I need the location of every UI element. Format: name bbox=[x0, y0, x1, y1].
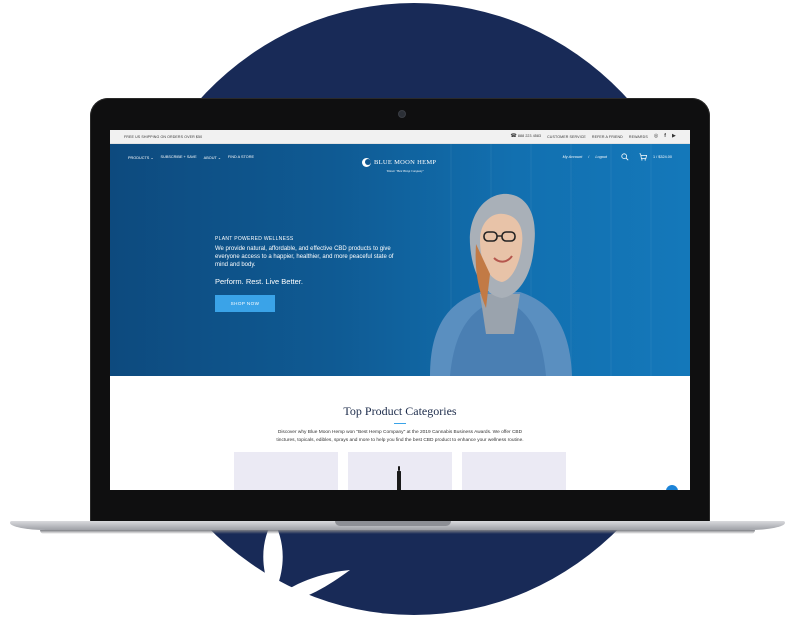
hero-copy: PLANT POWERED WELLNESS We provide natura… bbox=[215, 236, 405, 312]
facebook-icon[interactable]: f bbox=[664, 134, 666, 139]
cart-icon[interactable] bbox=[639, 153, 647, 161]
hero-lead-text: We provide natural, affordable, and effe… bbox=[215, 246, 394, 268]
category-card[interactable] bbox=[234, 452, 338, 490]
webcam-icon bbox=[398, 110, 406, 118]
nav-products[interactable]: PRODUCTS ⌄ bbox=[128, 155, 154, 160]
hero-person-image bbox=[430, 193, 572, 376]
shop-now-button[interactable]: SHOP NOW bbox=[215, 295, 275, 312]
account-separator: / bbox=[588, 155, 590, 159]
top-utility-bar: FREE US SHIPPING ON ORDERS OVER $50 ☎ 88… bbox=[110, 130, 690, 144]
youtube-icon[interactable]: ▶ bbox=[672, 134, 676, 139]
showcase-stage: FREE US SHIPPING ON ORDERS OVER $50 ☎ 88… bbox=[0, 0, 788, 644]
title-divider bbox=[394, 423, 406, 424]
my-account-link[interactable]: My Account bbox=[563, 155, 583, 159]
instagram-icon[interactable]: ◎ bbox=[654, 134, 658, 139]
phone-link[interactable]: ☎ 888 223 4583 bbox=[510, 134, 541, 139]
product-categories-section: Top Product Categories Discover why Blue… bbox=[110, 404, 690, 490]
brand-name: BLUE MOON HEMP bbox=[374, 159, 437, 166]
laptop-screen-bezel: FREE US SHIPPING ON ORDERS OVER $50 ☎ 88… bbox=[90, 98, 710, 528]
hero-tagline: Perform. Rest. Live Better. bbox=[215, 277, 303, 286]
phone-number: 888 223 4583 bbox=[517, 134, 542, 138]
brand-logo[interactable]: BLUE MOON HEMP Winner "Best Hemp Company… bbox=[362, 151, 436, 173]
category-card[interactable] bbox=[462, 452, 566, 490]
laptop-base-shadow bbox=[40, 530, 755, 534]
hero-banner: PRODUCTS ⌄ SUBSCRIBE + SAVE ABOUT ⌄ FIND… bbox=[110, 144, 690, 376]
logout-link[interactable]: Logout bbox=[595, 155, 607, 159]
customer-service-link[interactable]: CUSTOMER SERVICE bbox=[547, 135, 586, 139]
hero-eyebrow: PLANT POWERED WELLNESS bbox=[215, 236, 294, 242]
chat-icon[interactable] bbox=[666, 485, 678, 490]
brand-text: BLUE MOON HEMP Winner "Best Hemp Company… bbox=[374, 151, 436, 173]
nav-find-a-store[interactable]: FIND A STORE bbox=[228, 155, 254, 160]
utility-links: ☎ 888 223 4583 CUSTOMER SERVICE REFER A … bbox=[510, 134, 676, 139]
nav-account-area: My Account / Logout 1 / $324.00 bbox=[563, 153, 672, 161]
website-viewport: FREE US SHIPPING ON ORDERS OVER $50 ☎ 88… bbox=[110, 130, 690, 490]
section-title: Top Product Categories bbox=[343, 404, 457, 418]
brand-subtitle: Winner "Best Hemp Company" bbox=[386, 169, 424, 173]
shipping-promo: FREE US SHIPPING ON ORDERS OVER $50 bbox=[124, 134, 203, 139]
tincture-bottle-icon bbox=[397, 466, 401, 490]
nav-about[interactable]: ABOUT ⌄ bbox=[204, 155, 221, 160]
nav-menu: PRODUCTS ⌄ SUBSCRIBE + SAVE ABOUT ⌄ FIND… bbox=[128, 155, 254, 160]
category-card[interactable] bbox=[348, 452, 452, 490]
search-icon[interactable] bbox=[621, 153, 629, 161]
nav-subscribe-save[interactable]: SUBSCRIBE + SAVE bbox=[161, 155, 197, 160]
category-cards bbox=[110, 452, 690, 490]
phone-icon: ☎ bbox=[510, 133, 517, 139]
section-description: Discover why Blue Moon Hemp won "Best He… bbox=[276, 430, 524, 443]
laptop-base-notch bbox=[335, 521, 451, 526]
cart-summary[interactable]: 1 / $324.00 bbox=[653, 155, 672, 159]
moon-logo-icon bbox=[362, 157, 371, 167]
rewards-link[interactable]: REWARDS bbox=[629, 135, 648, 139]
cannabis-leaf-icon bbox=[196, 520, 350, 644]
refer-a-friend-link[interactable]: REFER A FRIEND bbox=[592, 135, 623, 139]
